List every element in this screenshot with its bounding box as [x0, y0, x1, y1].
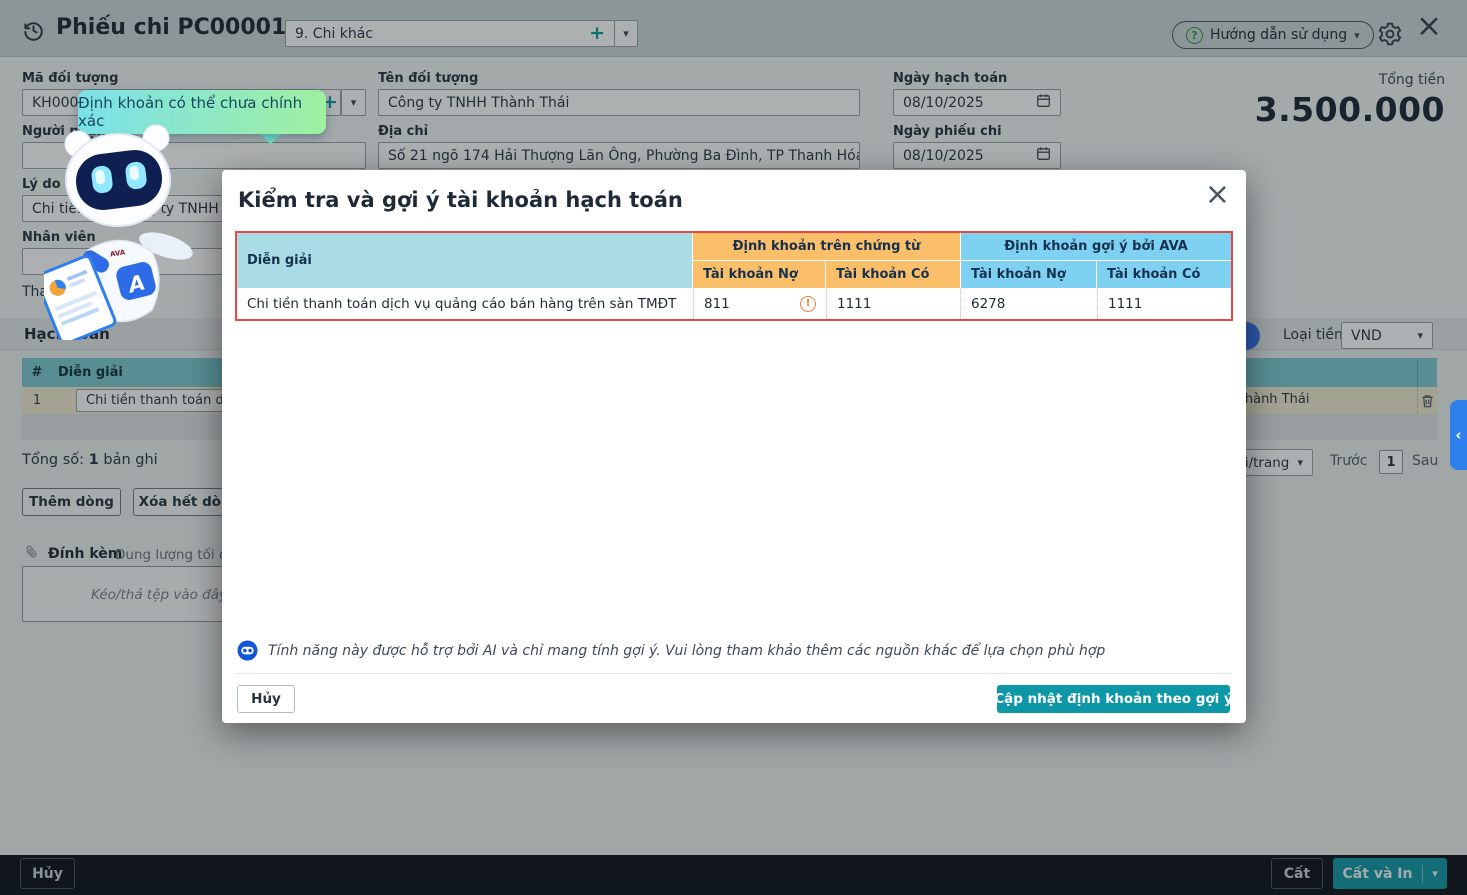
modal-footer-divider [237, 673, 1231, 674]
doc-debit-value: 811 [704, 296, 730, 312]
cell-description: Chi tiền thanh toán dịch vụ quảng cáo bá… [237, 288, 693, 319]
chevron-left-icon: ‹ [1455, 426, 1461, 444]
modal-close-icon[interactable]: × [1205, 180, 1230, 210]
apply-suggestion-label: Cập nhật định khoản theo gợi ý [994, 691, 1233, 707]
cell-ava-debit[interactable]: 6278 [960, 288, 1097, 319]
cell-ava-credit[interactable]: 1111 [1097, 288, 1231, 319]
suggestion-table: Diễn giải Định khoản trên chứng từ Định … [235, 231, 1233, 321]
account-suggestion-modal: Kiểm tra và gợi ý tài khoản hạch toán × … [222, 170, 1246, 723]
ava-debit-value: 6278 [971, 296, 1005, 312]
side-panel-toggle[interactable]: ‹ [1450, 400, 1467, 470]
header-doc-debit: Tài khoản Nợ [693, 261, 826, 288]
cell-doc-credit[interactable]: 1111 [826, 288, 960, 319]
header-doc-credit: Tài khoản Có [826, 261, 960, 288]
apply-suggestion-button[interactable]: Cập nhật định khoản theo gợi ý [997, 685, 1230, 713]
header-group-ava: Định khoản gợi ý bởi AVA [960, 233, 1231, 261]
header-ava-debit: Tài khoản Nợ [960, 261, 1097, 288]
header-group-document: Định khoản trên chứng từ [693, 233, 960, 261]
header-dien-giai: Diễn giải [237, 233, 693, 288]
cell-doc-debit[interactable]: 811 ! [693, 288, 826, 319]
modal-cancel-button[interactable]: Hủy [237, 685, 295, 713]
header-ava-credit: Tài khoản Có [1097, 261, 1231, 288]
ai-disclaimer-text: Tính năng này được hỗ trợ bởi AI và chỉ … [268, 643, 1105, 659]
ai-disclaimer: Tính năng này được hỗ trợ bởi AI và chỉ … [237, 640, 1105, 661]
warning-icon: ! [800, 296, 816, 312]
ai-robot-icon [237, 640, 258, 661]
modal-title: Kiểm tra và gợi ý tài khoản hạch toán [238, 188, 683, 212]
ava-credit-value: 1111 [1108, 296, 1142, 312]
ava-robot-mascot[interactable]: A AVA [44, 118, 196, 344]
doc-credit-value: 1111 [837, 296, 871, 312]
modal-cancel-label: Hủy [251, 691, 281, 707]
